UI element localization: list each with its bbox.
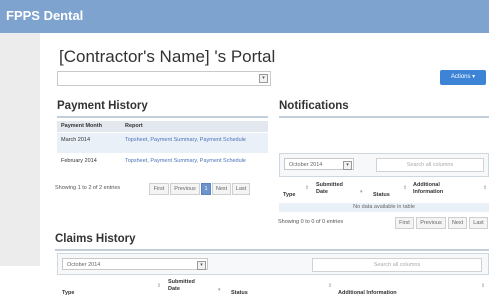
page-1-button[interactable]: 1 [201,183,211,195]
notifications-month-select[interactable]: October 2014 ▾ [284,158,354,170]
next-page-button[interactable]: Next [448,217,467,229]
column-header-submitted-date[interactable]: Submitted Date [316,182,343,195]
payment-entries-info: Showing 1 to 2 of 2 entries [55,185,121,191]
section-divider [279,116,489,118]
first-page-button[interactable]: First [395,217,414,229]
claims-history-title: Claims History [55,233,136,245]
main-content: [Contractor's Name] 's Portal ▾ Actions … [40,33,489,296]
sort-icon[interactable]: ▾ [360,189,363,195]
column-header-type[interactable]: Type [283,192,295,199]
table-row: February 2014 Topsheet, Payment Summary,… [57,154,268,175]
payment-month-cell: March 2014 [61,137,91,143]
sort-icon[interactable]: ⇕ [481,283,485,289]
column-header-additional-information[interactable]: Additional Information [413,182,457,195]
notifications-month-value: October 2014 [289,162,323,168]
previous-page-button[interactable]: Previous [170,183,200,195]
sort-icon[interactable]: ⇕ [157,283,161,289]
sort-icon[interactable]: ⇕ [328,283,332,289]
previous-page-button[interactable]: Previous [416,217,446,229]
contractor-select[interactable]: ▾ [57,71,271,86]
dropdown-arrow-icon[interactable]: ▾ [259,74,268,83]
report-link[interactable]: Topsheet, Payment Summary, Payment Sched… [125,137,253,144]
sort-icon[interactable]: ⇕ [305,185,309,191]
column-header-status[interactable]: Status [231,290,248,297]
column-header-additional-information[interactable]: Additional Information [338,290,397,297]
column-header-payment-month[interactable]: Payment Month [61,123,102,130]
sort-icon[interactable]: ▾ [218,287,221,293]
first-page-button[interactable]: First [149,183,169,195]
payment-table-header: Payment Month Report [57,121,268,132]
actions-button[interactable]: Actions ▾ [440,70,486,85]
column-header-submitted-date[interactable]: Submitted Date [168,279,198,292]
column-header-report[interactable]: Report [125,123,143,130]
notifications-entries-info: Showing 0 to 0 of 0 entries [278,219,344,225]
dropdown-arrow-icon[interactable]: ▾ [343,161,352,170]
column-header-status[interactable]: Status [373,192,390,199]
section-divider [57,116,268,118]
report-link[interactable]: Topsheet, Payment Summary, Payment Sched… [125,158,253,165]
claims-month-value: October 2014 [67,262,101,268]
brand-title[interactable]: FPPS Dental [6,8,83,23]
page-title: [Contractor's Name] 's Portal [59,47,276,66]
sidebar [0,33,40,266]
section-divider [55,249,489,251]
next-page-button[interactable]: Next [212,183,231,195]
top-bar: FPPS Dental [0,0,489,33]
notifications-empty-row: No data available in table [279,203,489,212]
column-header-type[interactable]: Type [62,290,74,297]
notifications-search-input[interactable]: Search all columns [376,158,484,172]
notifications-title: Notifications [279,100,349,112]
sort-icon[interactable]: ⇕ [403,185,407,191]
claims-search-input[interactable]: Search all columns [312,258,482,272]
last-page-button[interactable]: Last [469,217,488,229]
payment-history-title: Payment History [57,100,148,112]
table-row: March 2014 Topsheet, Payment Summary, Pa… [57,133,268,153]
last-page-button[interactable]: Last [232,183,250,195]
payment-month-cell: February 2014 [61,158,97,164]
claims-month-select[interactable]: October 2014 ▾ [62,258,208,270]
sort-icon[interactable]: ⇕ [483,185,487,191]
